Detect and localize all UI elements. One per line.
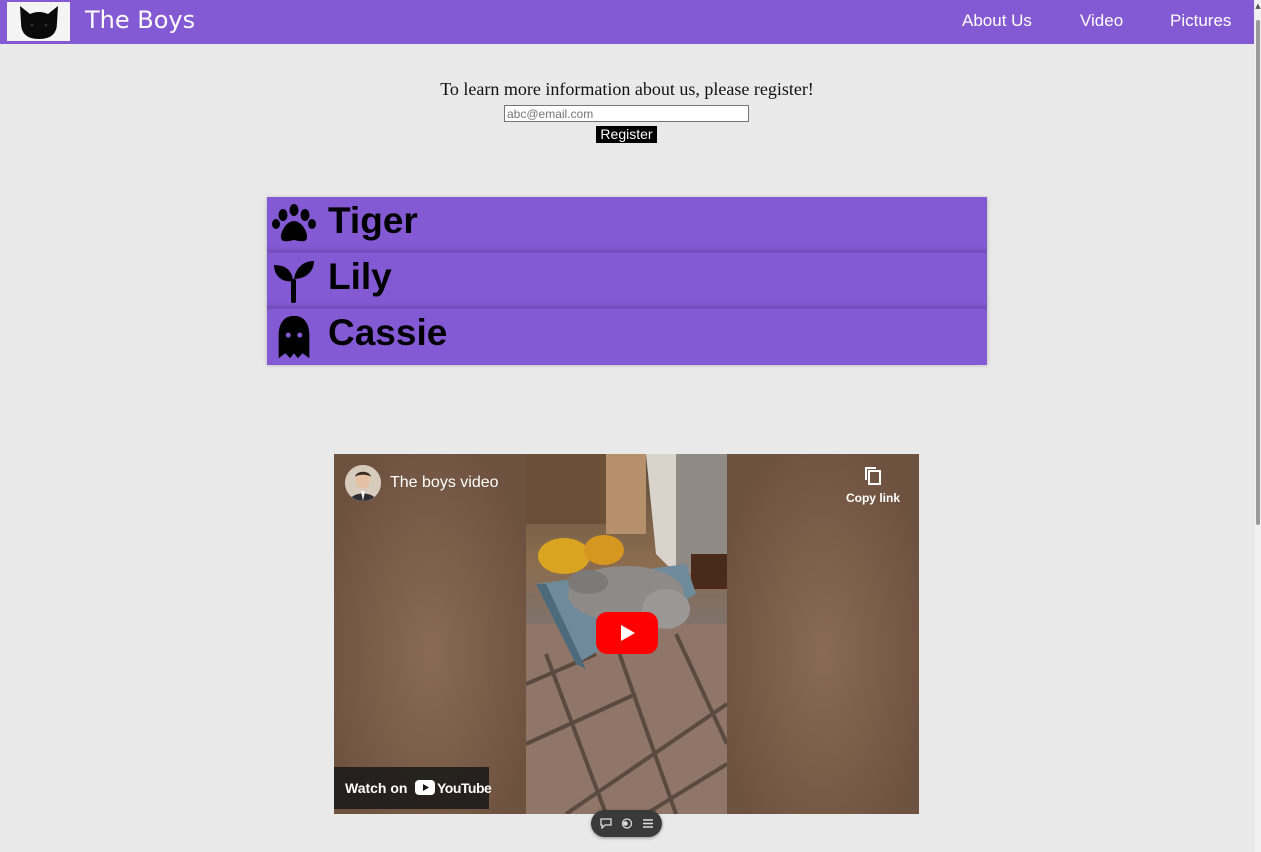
- menu-icon[interactable]: [642, 818, 654, 829]
- cat-row-cassie[interactable]: Cassie: [267, 309, 987, 365]
- video-title[interactable]: The boys video: [390, 474, 499, 492]
- copy-link-button[interactable]: Copy link: [845, 466, 901, 505]
- toggle-icon[interactable]: [621, 818, 633, 829]
- person-avatar-icon: [345, 465, 381, 501]
- cat-name-lily: Lily: [328, 256, 392, 297]
- ghost-icon: [278, 315, 310, 359]
- copy-icon: [865, 467, 881, 485]
- nav-pictures[interactable]: Pictures: [1170, 11, 1231, 31]
- register-prompt: To learn more information about us, plea…: [440, 79, 814, 99]
- site-brand[interactable]: The Boys: [85, 6, 195, 34]
- cat-face-icon: [20, 6, 58, 39]
- cat-list: Tiger Lily Cassie: [267, 197, 987, 365]
- scrollbar-thumb[interactable]: [1256, 20, 1260, 525]
- video-blur-left: [334, 454, 526, 814]
- youtube-embed[interactable]: The boys video Copy link Watch on YouTub…: [334, 454, 919, 814]
- watch-on-label: Watch on: [345, 780, 408, 796]
- video-blur-right: [727, 454, 919, 814]
- register-button[interactable]: Register: [596, 126, 657, 143]
- channel-avatar[interactable]: [345, 465, 381, 501]
- play-button-icon[interactable]: [596, 612, 658, 654]
- sprout-icon: [274, 261, 314, 303]
- paw-icon: [272, 204, 316, 242]
- comment-icon[interactable]: [600, 818, 612, 829]
- cat-name-cassie: Cassie: [328, 312, 448, 353]
- cat-logo[interactable]: [7, 2, 70, 41]
- top-navbar: The Boys About Us Video Pictures: [0, 0, 1254, 44]
- cat-row-tiger[interactable]: Tiger: [267, 197, 987, 253]
- floating-toolbar: [591, 810, 662, 837]
- nav-video[interactable]: Video: [1080, 11, 1123, 31]
- page-scrollbar[interactable]: ▲: [1255, 0, 1261, 852]
- nav-about-us[interactable]: About Us: [962, 11, 1032, 31]
- watch-on-youtube-button[interactable]: Watch on YouTube: [334, 767, 492, 809]
- youtube-logo-icon: [415, 780, 435, 795]
- youtube-wordmark: YouTube: [437, 780, 492, 796]
- cat-name-tiger: Tiger: [328, 200, 418, 241]
- scroll-up-arrow-icon[interactable]: ▲: [1255, 0, 1261, 12]
- cat-row-lily[interactable]: Lily: [267, 253, 987, 309]
- email-input[interactable]: [504, 105, 749, 122]
- copy-link-label: Copy link: [845, 491, 900, 505]
